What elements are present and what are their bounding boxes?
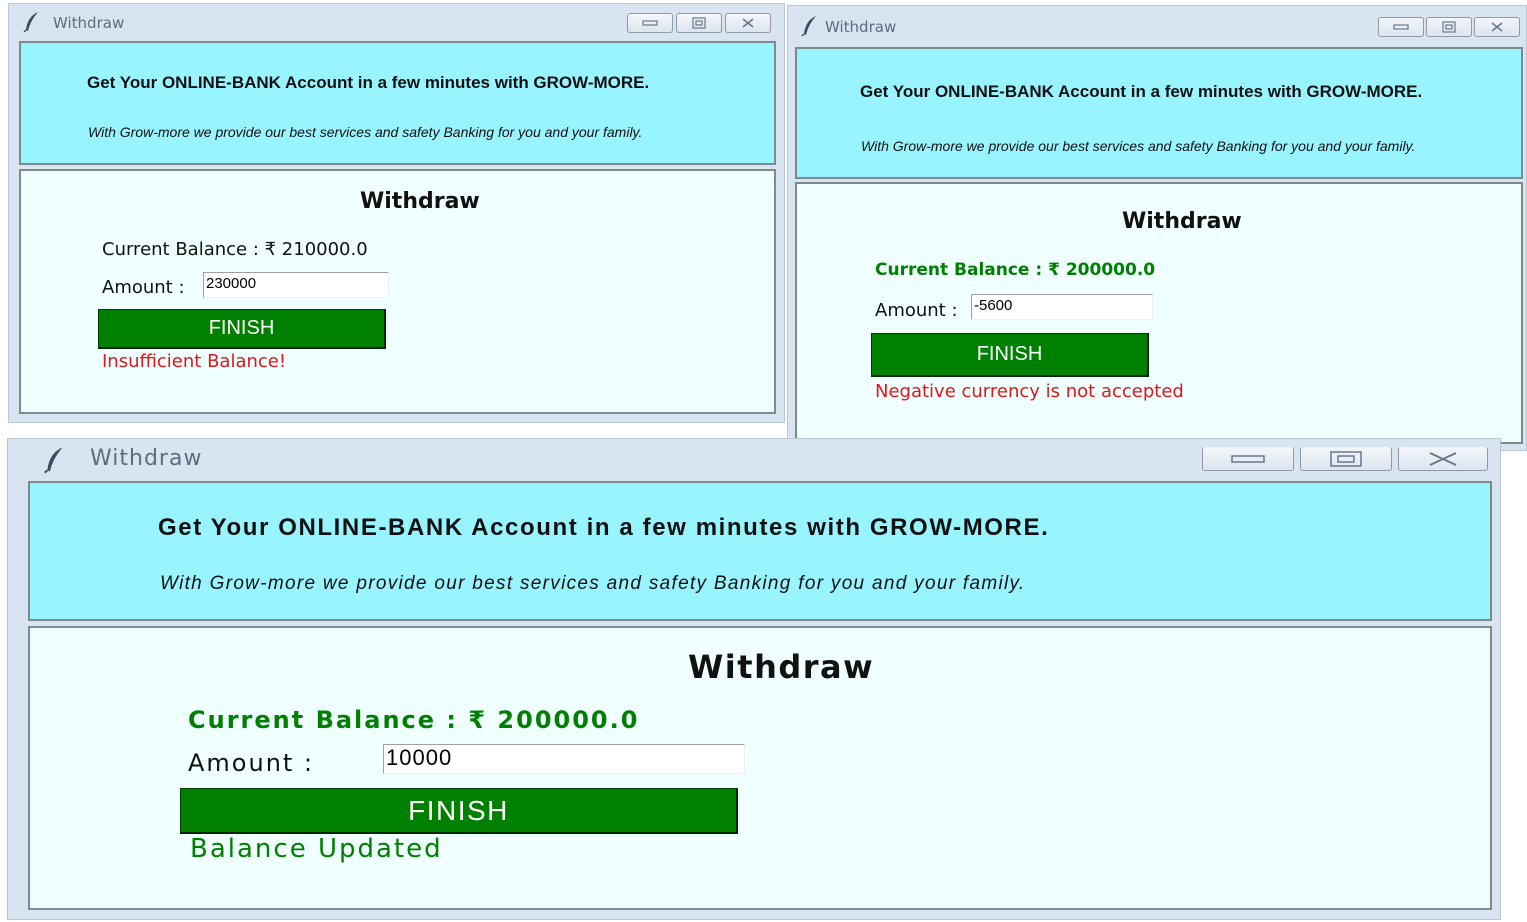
title-bar[interactable]: Withdraw	[788, 6, 1526, 44]
withdraw-panel: Withdraw Current Balance : ₹ 200000.0 Am…	[28, 626, 1492, 910]
amount-label: Amount :	[102, 277, 185, 298]
withdraw-window-3: Withdraw Get Your ONLINE-BANK Account in…	[7, 438, 1501, 920]
window-title: Withdraw	[90, 446, 203, 471]
minimize-icon	[642, 20, 658, 26]
maximize-icon	[692, 17, 706, 29]
title-bar[interactable]: Withdraw	[9, 4, 784, 40]
banner-title: Get Your ONLINE-BANK Account in a few mi…	[87, 73, 650, 92]
close-icon	[742, 18, 754, 28]
current-balance: Current Balance : ₹ 200000.0	[875, 260, 1156, 280]
status-message: Balance Updated	[190, 834, 443, 864]
minimize-button[interactable]	[1378, 17, 1424, 37]
feather-icon	[42, 446, 68, 478]
feather-icon	[801, 15, 819, 41]
maximize-button[interactable]	[676, 13, 722, 33]
finish-button[interactable]: FINISH	[98, 309, 386, 349]
maximize-button[interactable]	[1300, 447, 1392, 471]
withdraw-window-2: Withdraw Get Your ONLINE-BANK Account in…	[787, 5, 1527, 451]
withdraw-panel: Withdraw Current Balance : ₹ 210000.0 Am…	[19, 169, 776, 414]
withdraw-panel: Withdraw Current Balance : ₹ 200000.0 Am…	[795, 182, 1523, 444]
minimize-button[interactable]	[627, 13, 673, 33]
status-message: Negative currency is not accepted	[875, 381, 1184, 402]
amount-input[interactable]: 230000	[203, 272, 389, 298]
banner: Get Your ONLINE-BANK Account in a few mi…	[795, 47, 1523, 179]
close-button[interactable]	[1398, 447, 1488, 471]
minimize-icon	[1231, 454, 1265, 463]
maximize-icon	[1330, 450, 1362, 467]
amount-input[interactable]: -5600	[971, 294, 1153, 320]
status-message: Insufficient Balance!	[102, 351, 287, 372]
close-icon	[1491, 22, 1503, 32]
current-balance: Current Balance : ₹ 200000.0	[188, 706, 640, 734]
panel-heading: Withdraw	[688, 648, 875, 686]
window-title: Withdraw	[825, 18, 897, 36]
window-title: Withdraw	[53, 14, 125, 32]
withdraw-window-1: Withdraw Get Your ONLINE-BANK Account in…	[8, 3, 785, 423]
feather-icon	[23, 11, 41, 37]
banner-subtitle: With Grow-more we provide our best servi…	[88, 124, 643, 140]
minimize-button[interactable]	[1202, 447, 1294, 471]
current-balance: Current Balance : ₹ 210000.0	[102, 239, 368, 260]
minimize-icon	[1393, 24, 1409, 30]
title-bar[interactable]: Withdraw	[8, 439, 1500, 479]
amount-label: Amount :	[875, 300, 958, 321]
banner: Get Your ONLINE-BANK Account in a few mi…	[28, 481, 1492, 621]
banner-title: Get Your ONLINE-BANK Account in a few mi…	[158, 514, 1050, 541]
close-button[interactable]	[1474, 17, 1520, 37]
banner-subtitle: With Grow-more we provide our best servi…	[160, 573, 1026, 594]
amount-label: Amount :	[188, 749, 315, 777]
maximize-icon	[1442, 21, 1456, 33]
close-icon	[1429, 451, 1457, 466]
finish-button[interactable]: FINISH	[871, 333, 1149, 377]
banner-subtitle: With Grow-more we provide our best servi…	[861, 138, 1416, 154]
panel-heading: Withdraw	[360, 189, 480, 214]
banner: Get Your ONLINE-BANK Account in a few mi…	[19, 41, 776, 165]
banner-title: Get Your ONLINE-BANK Account in a few mi…	[860, 82, 1423, 101]
panel-heading: Withdraw	[1122, 209, 1242, 234]
finish-button[interactable]: FINISH	[180, 788, 738, 834]
maximize-button[interactable]	[1426, 17, 1472, 37]
amount-input[interactable]: 10000	[383, 744, 745, 774]
close-button[interactable]	[725, 13, 771, 33]
